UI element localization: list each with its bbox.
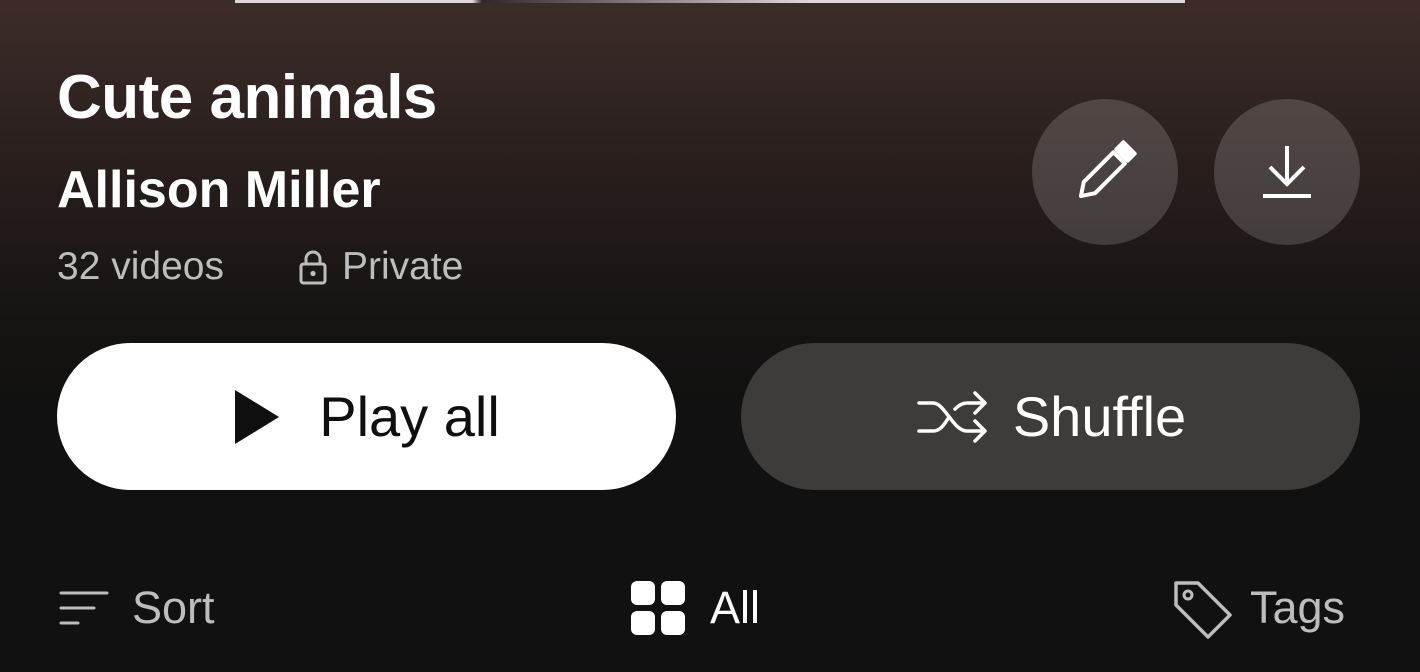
edit-playlist-button[interactable]: [1032, 99, 1178, 245]
privacy-status: Private: [298, 245, 463, 289]
sort-icon: [59, 591, 109, 625]
filter-all-label: All: [710, 582, 761, 633]
video-count: 32 videos: [57, 245, 224, 288]
privacy-label: Private: [341, 245, 464, 288]
filter-all-chip[interactable]: All: [630, 578, 760, 638]
play-all-button[interactable]: Play all: [57, 343, 676, 490]
play-icon: [235, 389, 280, 444]
grid-icon: [631, 581, 685, 635]
download-icon: [1263, 146, 1311, 198]
shuffle-icon: [917, 390, 987, 443]
sort-label: Sort: [132, 582, 215, 633]
playlist-owner[interactable]: Allison Miller: [57, 160, 381, 220]
playlist-header-screen: Cute animals Allison Miller 32 videos Pr…: [0, 0, 1420, 672]
download-playlist-button[interactable]: [1214, 99, 1360, 245]
tags-label: Tags: [1250, 582, 1346, 633]
lock-icon: [299, 250, 327, 285]
playlist-title: Cute animals: [57, 63, 437, 132]
playlist-meta: 32 videos Private: [57, 243, 463, 291]
sort-button[interactable]: Sort: [58, 578, 215, 638]
shuffle-button[interactable]: Shuffle: [741, 343, 1360, 490]
play-all-label: Play all: [319, 385, 500, 448]
pencil-icon: [1078, 140, 1137, 199]
tag-icon: [1174, 581, 1232, 639]
tags-button[interactable]: Tags: [1170, 578, 1346, 639]
shuffle-label: Shuffle: [1012, 385, 1187, 448]
top-thumbnail-strip: [235, 0, 1185, 3]
